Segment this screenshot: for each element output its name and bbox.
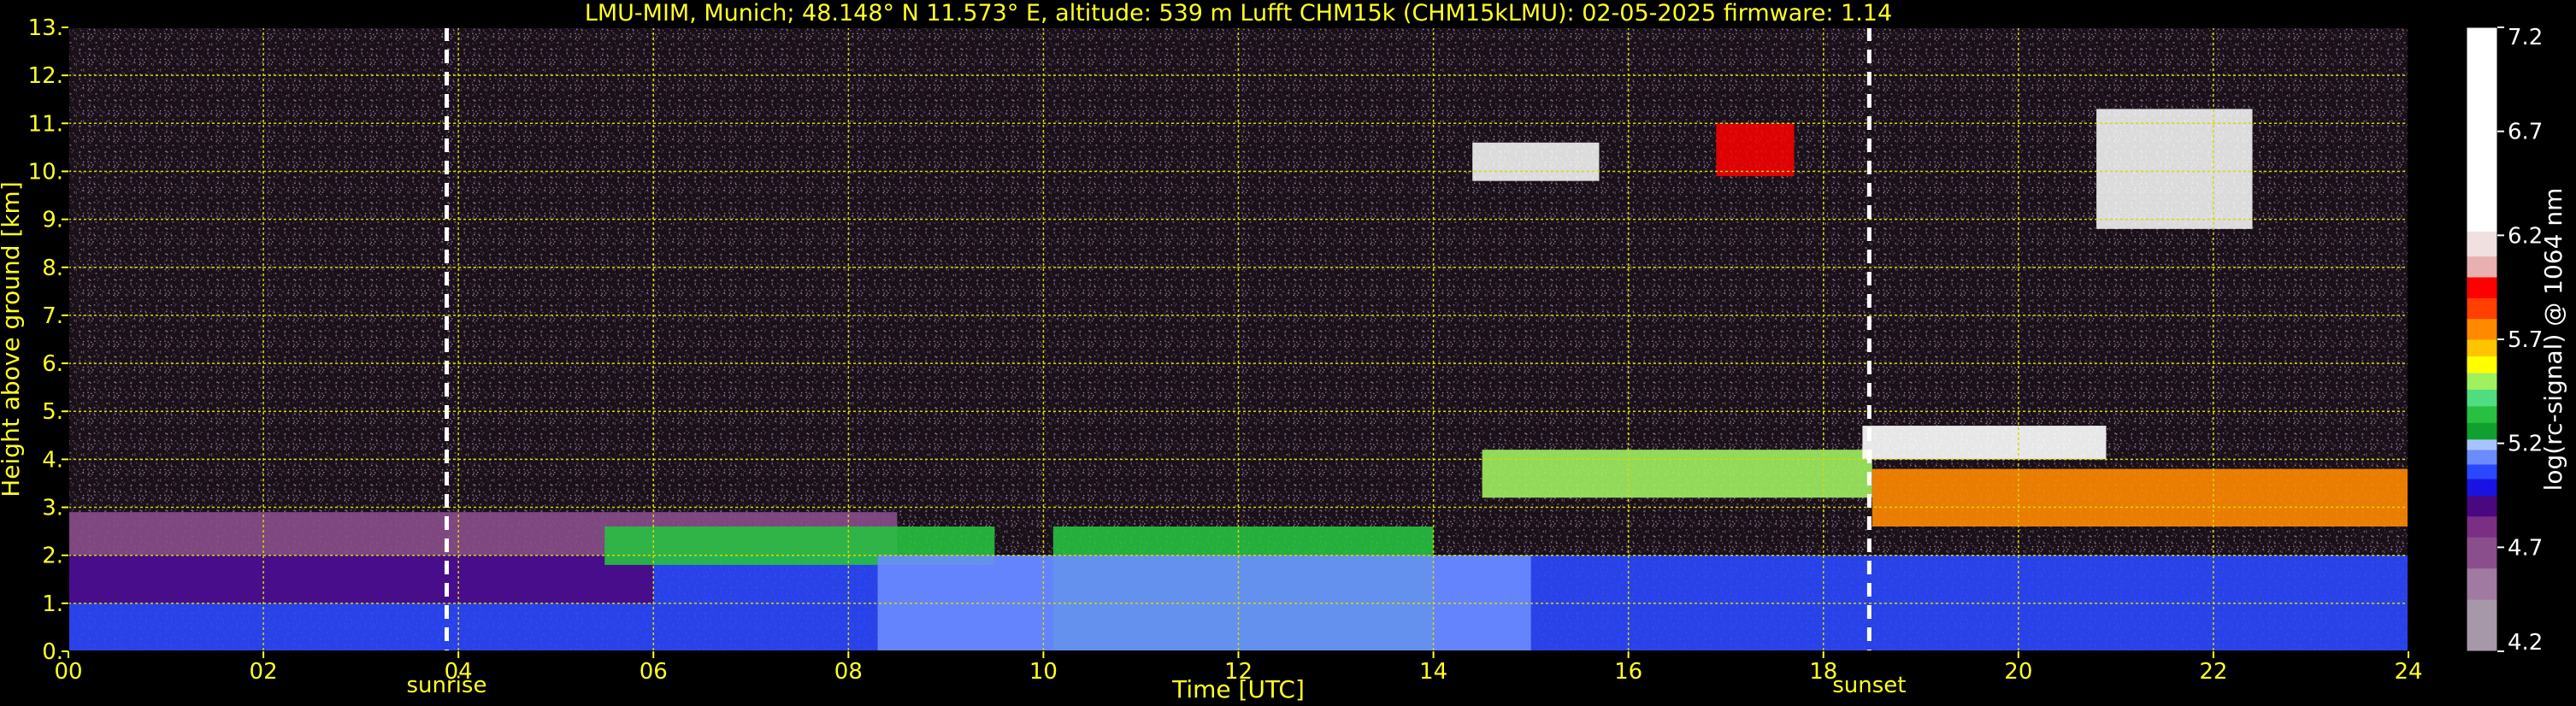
colorbar-block: [2467, 599, 2497, 652]
colorbar-block: [2467, 405, 2497, 423]
y-tick-label: 1.: [42, 591, 63, 617]
colorbar-block: [2467, 356, 2497, 374]
y-tick-label: 10.: [28, 159, 63, 185]
y-tick-label: 13.: [28, 15, 63, 41]
colorbar-block: [2467, 231, 2497, 257]
feature-aerosol-layer-7: [1872, 468, 2408, 527]
feature-aerosol-layer-6: [1482, 450, 1872, 498]
lidar-chart: LMU-MIM, Munich; 48.148° N 11.573° E, al…: [0, 0, 2567, 703]
x-tick-label: 02: [250, 659, 278, 685]
feature-cloud-8: [1862, 426, 2107, 460]
y-tick-label: 8.: [42, 256, 63, 281]
y-tick-label: 5.: [42, 399, 63, 425]
colorbar-block: [2467, 464, 2497, 479]
colorbar: 4.2 4.7 5.2 5.7 6.2 6.7 7.2 log(rc-signal) @ 1…: [2466, 25, 2567, 656]
feature-residual-layer-1: [68, 555, 654, 603]
colorbar-tick-label: 7.2: [2508, 25, 2543, 50]
sunrise-label: sunrise: [406, 673, 486, 698]
colorbar-block: [2467, 277, 2497, 298]
y-tick-label: 7.: [42, 303, 63, 329]
y-axis-label: Height above ground [km]: [0, 181, 25, 497]
y-tick-label: 12.: [28, 63, 63, 89]
colorbar-tick-label: 6.7: [2508, 120, 2543, 145]
colorbar-block: [2467, 27, 2497, 232]
colorbar-tick-label: 5.7: [2508, 327, 2543, 353]
y-tick-label: 9.: [42, 208, 63, 233]
x-tick-label: 06: [640, 659, 668, 685]
colorbar-block: [2467, 537, 2497, 569]
colorbar-tick-label: 4.7: [2508, 535, 2543, 561]
x-tick-label: 24: [2394, 659, 2422, 685]
chart-title: LMU-MIM, Munich; 48.148° N 11.573° E, al…: [585, 0, 1892, 26]
y-tick-label: 6.: [42, 351, 63, 377]
x-axis-label: Time [UTC]: [1171, 675, 1305, 703]
x-tick-label: 16: [1614, 659, 1642, 685]
colorbar-block: [2467, 438, 2497, 450]
x-tick-label: 14: [1419, 659, 1447, 685]
plot-area: [68, 26, 2409, 652]
feature-cirrus-10: [1716, 123, 1795, 177]
colorbar-block: [2467, 449, 2497, 465]
sun-marker-labels: sunrise sunset: [406, 673, 1906, 698]
colorbar-block: [2467, 372, 2497, 390]
colorbar-tick-label: 5.2: [2508, 432, 2543, 457]
y-tick-label: 2.: [42, 544, 63, 569]
y-tick-label: 4.: [42, 447, 63, 473]
y-tick-label: 0.: [42, 639, 63, 665]
colorbar-block: [2467, 495, 2497, 517]
colorbar-block: [2467, 339, 2497, 356]
colorbar-block: [2467, 568, 2497, 600]
sunset-label: sunset: [1832, 673, 1906, 698]
colorbar-block: [2467, 479, 2497, 496]
colorbar-block: [2467, 318, 2497, 340]
feature-cirrus-11: [2096, 109, 2253, 229]
colorbar-tick-label: 4.2: [2508, 630, 2543, 656]
x-tick-label: 08: [834, 659, 863, 685]
y-tick-label: 3.: [42, 496, 63, 521]
x-tick-label: 10: [1029, 659, 1058, 685]
colorbar-label: log(rc-signal) @ 1064 nm: [2539, 188, 2567, 491]
colorbar-block: [2467, 422, 2497, 440]
y-tick-label: 11.: [28, 111, 63, 137]
colorbar-blocks: [2467, 27, 2497, 652]
colorbar-tick-label: 6.2: [2508, 223, 2543, 249]
x-tick-label: 22: [2199, 659, 2227, 685]
colorbar-block: [2467, 389, 2497, 407]
colorbar-block: [2467, 256, 2497, 278]
colorbar-ticks: 4.2 4.7 5.2 5.7 6.2 6.7 7.2: [2497, 25, 2543, 656]
colorbar-block: [2467, 515, 2497, 538]
colorbar-block: [2467, 297, 2497, 320]
feature-cirrus-9: [1472, 142, 1600, 181]
x-tick-label: 20: [2004, 659, 2032, 685]
y-axis-ticks: 0. 1. 2. 3. 4. 5. 6. 7. 8. 9. 10. 11. 12. 13.: [28, 15, 68, 665]
